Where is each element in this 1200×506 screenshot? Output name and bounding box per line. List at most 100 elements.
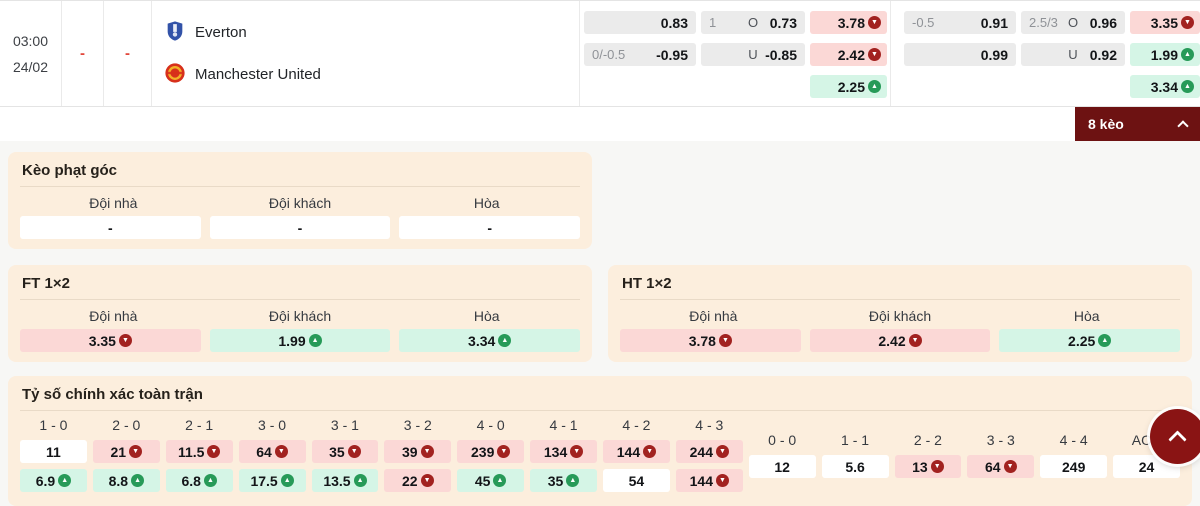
- chevron-up-icon: [1168, 430, 1187, 449]
- odds-value: 3.34: [468, 332, 496, 349]
- trend-arrow-icon: [308, 334, 322, 347]
- odds-value: 2.25: [1068, 332, 1096, 349]
- score-odds-cell[interactable]: 54: [603, 469, 670, 492]
- score-odds-cell[interactable]: 5.6: [821, 455, 889, 478]
- score-odds-cell[interactable]: 8.8: [92, 469, 160, 492]
- handicap-line: 0/-0.5: [592, 47, 626, 62]
- corner-odds-panel: Kèo phạt góc Đội nhà Đội khách Hòa - - -: [8, 152, 592, 249]
- handicap-cell[interactable]: 0.83: [584, 11, 696, 34]
- scroll-to-top-button[interactable]: [1150, 409, 1200, 464]
- trend-arrow-icon: [566, 474, 580, 487]
- match-date: 24/02: [12, 58, 49, 75]
- trend-arrow-icon: [643, 445, 657, 458]
- home-team-row[interactable]: Everton: [164, 20, 579, 46]
- ou-line: 1: [709, 15, 717, 30]
- score-odds-cell[interactable]: 134: [530, 440, 597, 463]
- trend-arrow-icon: [1181, 80, 1194, 93]
- ft-score-column: -: [104, 1, 152, 106]
- home-odds-cell[interactable]: 3.35: [1130, 11, 1200, 34]
- correct-score-grid: 1 - 0 11 6.9 2 - 0 21 8.8 2 - 1 11.5 6.8: [20, 417, 1180, 493]
- home-odds-cell[interactable]: 3.78: [810, 11, 887, 34]
- under-cell[interactable]: U -0.85: [701, 43, 805, 66]
- over-label: O: [747, 15, 759, 30]
- ht-home-cell[interactable]: 3.78: [620, 329, 801, 352]
- column-header-draw: Hòa: [473, 308, 500, 324]
- odds-value: 39: [402, 443, 418, 460]
- score-odds-cell[interactable]: 11.5: [165, 440, 233, 463]
- away-odds-cell[interactable]: 1.99: [1130, 43, 1200, 66]
- handicap-odds: -0.95: [656, 46, 688, 63]
- ft-away-cell[interactable]: 1.99: [209, 329, 391, 352]
- ft-1x2-panel: FT 1×2 Đội nhà Đội khách Hòa 3.35 1.99 3…: [8, 265, 592, 362]
- handicap-cell[interactable]: 0.99: [904, 43, 1016, 66]
- trend-arrow-icon: [868, 48, 881, 61]
- odds-value: 8.8: [108, 472, 129, 489]
- score-odds-cell[interactable]: 39: [384, 440, 452, 463]
- ht-away-cell[interactable]: 2.42: [809, 329, 991, 352]
- over-cell[interactable]: 2.5/3 O 0.96: [1021, 11, 1125, 34]
- odds-value: 64: [985, 458, 1001, 475]
- trend-arrow-icon: [129, 445, 143, 458]
- under-cell[interactable]: U 0.92: [1021, 43, 1125, 66]
- trend-arrow-icon: [58, 474, 72, 487]
- score-odds-cell[interactable]: 12: [748, 455, 816, 478]
- score-odds-cell[interactable]: 144: [675, 469, 743, 492]
- over-cell[interactable]: 1 O 0.73: [701, 11, 805, 34]
- score-odds-cell[interactable]: 6.8: [165, 469, 233, 492]
- odds-value: 11.5: [177, 443, 205, 460]
- score-odds-cell[interactable]: 239: [457, 440, 525, 463]
- score-odds-cell[interactable]: 45: [457, 469, 525, 492]
- handicap-cell[interactable]: -0.5 0.91: [904, 11, 1016, 34]
- keo-count-toggle[interactable]: 8 kèo: [1075, 107, 1200, 141]
- score-column: 4 - 1 134 35: [530, 417, 597, 493]
- score-odds-cell[interactable]: 22: [384, 469, 452, 492]
- corner-away-cell[interactable]: -: [209, 216, 391, 239]
- ft-home-cell[interactable]: 3.35: [20, 329, 201, 352]
- panel-title: Tỷ số chính xác toàn trận: [20, 384, 1180, 411]
- handicap-odds: 0.99: [980, 46, 1008, 63]
- corner-home-cell[interactable]: -: [20, 216, 201, 239]
- score-odds-cell[interactable]: 6.9: [20, 469, 87, 492]
- away-team-name: Manchester United: [195, 66, 321, 83]
- corner-draw-cell[interactable]: -: [399, 216, 581, 239]
- trend-arrow-icon: [1181, 16, 1194, 29]
- teams-column: Everton Manchester United: [152, 1, 580, 106]
- score-odds-cell[interactable]: 35: [311, 440, 379, 463]
- trend-arrow-icon: [493, 474, 507, 487]
- ht-draw-cell[interactable]: 2.25: [999, 329, 1181, 352]
- score-odds-cell[interactable]: 244: [675, 440, 743, 463]
- ft-draw-cell[interactable]: 3.34: [399, 329, 581, 352]
- score-column: 3 - 1 35 13.5: [311, 417, 379, 493]
- score-odds-cell[interactable]: 249: [1040, 455, 1108, 478]
- score-column: 3 - 3 64: [967, 417, 1035, 493]
- score-odds-cell[interactable]: 21: [92, 440, 160, 463]
- column-header-away: Đội khách: [268, 195, 332, 211]
- score-odds-cell[interactable]: 64: [967, 455, 1035, 478]
- odds-value: 6.8: [181, 472, 201, 489]
- odds-value: 144: [616, 443, 641, 460]
- under-label: U: [748, 47, 758, 62]
- odds-value: 2.25: [837, 78, 865, 95]
- trend-arrow-icon: [1098, 334, 1112, 347]
- draw-odds-cell[interactable]: 2.25: [810, 75, 887, 98]
- score-column: 3 - 2 39 22: [384, 417, 452, 493]
- away-team-row[interactable]: Manchester United: [164, 62, 579, 88]
- score-odds-cell[interactable]: 35: [530, 469, 597, 492]
- score-label: 1 - 1: [841, 432, 870, 448]
- handicap-cell[interactable]: 0/-0.5 -0.95: [584, 43, 696, 66]
- score-odds-cell[interactable]: 13: [894, 455, 962, 478]
- panel-title: HT 1×2: [620, 273, 1180, 300]
- odds-value: 239: [471, 443, 495, 460]
- away-odds-cell[interactable]: 2.42: [810, 43, 887, 66]
- odds-value: 5.6: [845, 458, 865, 475]
- score-odds-cell[interactable]: 13.5: [311, 469, 379, 492]
- score-odds-cell[interactable]: 17.5: [238, 469, 306, 492]
- panel-title: Kèo phạt góc: [20, 160, 580, 187]
- score-odds-cell[interactable]: 144: [603, 440, 670, 463]
- trend-arrow-icon: [203, 474, 217, 487]
- score-odds-cell[interactable]: 11: [20, 440, 87, 463]
- score-odds-cell[interactable]: 64: [238, 440, 306, 463]
- odds-value: 144: [689, 472, 713, 489]
- draw-odds-cell[interactable]: 3.34: [1130, 75, 1200, 98]
